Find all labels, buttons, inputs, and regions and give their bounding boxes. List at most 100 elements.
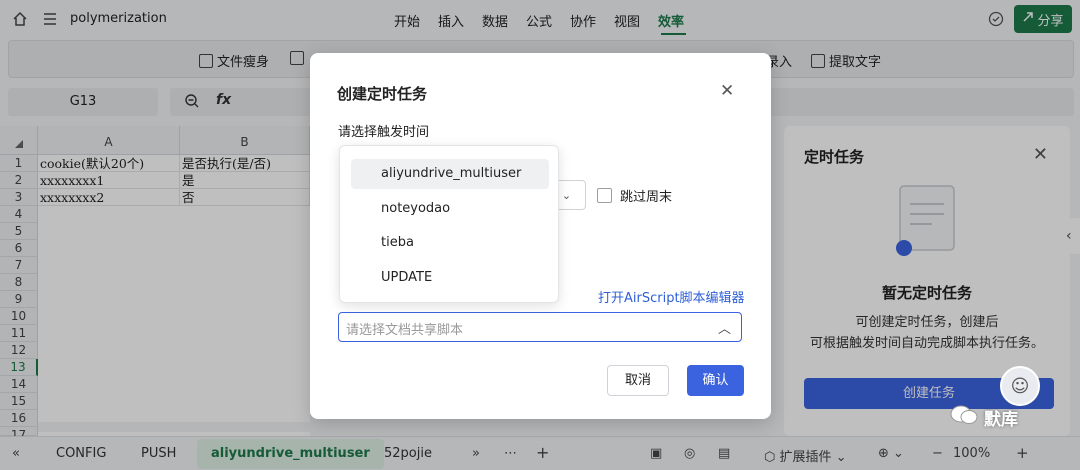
extensions-icon: ⬡ [764, 450, 776, 465]
cell-a3[interactable]: xxxxxxxx2 [38, 189, 180, 206]
open-airscript-editor-link[interactable]: 打开AirScript脚本编辑器 [598, 287, 745, 306]
document-title: polymerization [70, 11, 167, 26]
zoom-level[interactable]: 100% [953, 446, 990, 461]
cell-a1[interactable]: cookie(默认20个) [38, 155, 180, 172]
chevron-up-icon: ︿ [717, 322, 731, 337]
cell-b1[interactable]: 是否执行(是/否) [180, 155, 310, 172]
tabs-scroll-left-icon[interactable]: « [12, 446, 20, 461]
sheet-tab-aliyundrive-multiuser[interactable]: aliyundrive_multiuser [197, 439, 384, 469]
menu-insert[interactable]: 插入 [438, 11, 482, 30]
row-header[interactable]: 1 [0, 155, 38, 172]
tool-icon [290, 51, 304, 65]
row-header[interactable]: 3 [0, 189, 38, 206]
add-sheet-icon[interactable]: + [536, 443, 549, 462]
row-header[interactable]: 8 [0, 274, 38, 291]
image-icon[interactable]: ▤ [718, 446, 730, 461]
horizontal-scrollbar[interactable] [38, 422, 310, 432]
dropdown-option-tieba[interactable]: tieba [351, 228, 549, 258]
dropdown-option-aliyundrive-multiuser[interactable]: aliyundrive_multiuser [351, 159, 549, 189]
row-header[interactable]: 11 [0, 325, 38, 342]
dropdown-option-noteyodao[interactable]: noteyodao [351, 194, 549, 224]
empty-state-desc-line2: 可根据触发时间自动完成脚本执行任务。 [809, 336, 1044, 351]
main-menu: 开始 插入 数据 公式 协作 视图 效率 [394, 11, 702, 30]
skip-weekend-label: 跳过周末 [620, 190, 673, 205]
row-header[interactable]: 12 [0, 342, 38, 359]
share-button[interactable]: 分享 [1014, 5, 1072, 33]
tabs-scroll-right-icon[interactable]: » [472, 446, 480, 461]
dialog-close-icon[interactable]: ✕ [720, 81, 734, 101]
extract-text-icon [811, 53, 825, 68]
extract-text-label: 提取文字 [829, 55, 882, 70]
fx-icon[interactable]: fx [216, 92, 231, 108]
row-header[interactable]: 6 [0, 240, 38, 257]
row-header-selected[interactable]: 13 [0, 359, 38, 376]
skip-weekend-checkbox[interactable] [597, 188, 612, 203]
dropdown-option-update[interactable]: UPDATE [351, 263, 549, 293]
menu-collab[interactable]: 协作 [570, 11, 614, 30]
home-icon[interactable] [10, 9, 30, 29]
cell-b3[interactable]: 否 [180, 189, 310, 206]
extract-text-button[interactable]: 提取文字 [811, 51, 881, 70]
zoom-search-icon[interactable] [184, 93, 200, 113]
empty-task-illustration-icon [896, 185, 955, 256]
share-icon [1022, 11, 1034, 27]
confirm-button[interactable]: 确认 [687, 365, 744, 396]
watermark-avatar-icon: ☺ [1000, 366, 1040, 406]
active-menu-underline [661, 33, 686, 35]
sheet-tab-config[interactable]: CONFIG [56, 446, 106, 461]
menu-formula[interactable]: 公式 [526, 11, 570, 30]
watermark: 默库 [950, 404, 1018, 431]
extensions-label: 扩展插件 [779, 450, 832, 465]
script-select-placeholder: 请选择文档共享脚本 [346, 323, 464, 338]
row-header[interactable]: 16 [0, 410, 38, 427]
hamburger-menu-icon[interactable] [40, 9, 60, 29]
zoom-in-icon[interactable]: + [1016, 444, 1029, 462]
status-icon[interactable]: ▣ [650, 446, 662, 461]
partial-tool-icon-button[interactable] [290, 51, 304, 65]
row-header[interactable]: 15 [0, 393, 38, 410]
panel-close-icon[interactable]: ✕ [1033, 144, 1048, 165]
spreadsheet-grid[interactable]: A B 1 2 3 4 5 6 7 8 9 10 11 12 13 14 15 … [0, 126, 310, 442]
sheet-tabs-bar: « CONFIG PUSH aliyundrive_multiuser 52po… [0, 436, 1080, 470]
sheet-tab-52pojie[interactable]: 52pojie [384, 446, 432, 461]
cell-b2[interactable]: 是 [180, 172, 310, 189]
globe-icon[interactable]: ◎ [684, 446, 695, 461]
trigger-time-label: 请选择触发时间 [338, 125, 430, 140]
row-header[interactable]: 2 [0, 172, 38, 189]
select-all-corner[interactable] [0, 126, 38, 155]
watermark-text: 默库 [984, 410, 1018, 430]
cell-name-box[interactable]: G13 [8, 88, 158, 116]
column-header-b[interactable]: B [180, 126, 310, 155]
top-bar: polymerization 开始 插入 数据 公式 协作 视图 效率 分享 [0, 0, 1080, 38]
row-header[interactable]: 9 [0, 291, 38, 308]
zoom-out-icon[interactable]: − [932, 446, 943, 461]
file-slim-label: 文件瘦身 [217, 55, 270, 70]
extensions-button[interactable]: ⬡ 扩展插件 ⌄ [764, 446, 847, 465]
cloud-sync-icon[interactable] [986, 9, 1006, 29]
cancel-button[interactable]: 取消 [607, 365, 669, 396]
share-label: 分享 [1037, 13, 1064, 29]
row-header[interactable]: 17 [0, 427, 38, 442]
file-slim-icon [199, 53, 213, 68]
file-slim-button[interactable]: 文件瘦身 [199, 51, 269, 70]
shared-script-select[interactable]: 请选择文档共享脚本 ︿ [338, 312, 742, 342]
extensions-chevron-down-icon: ⌄ [835, 450, 847, 465]
empty-state-title: 暂无定时任务 [881, 284, 972, 302]
row-header[interactable]: 7 [0, 257, 38, 274]
column-header-a[interactable]: A [38, 126, 180, 155]
dialog-title: 创建定时任务 [337, 85, 428, 103]
menu-view[interactable]: 视图 [614, 11, 658, 30]
wechat-icon [950, 404, 978, 431]
skip-weekend-option[interactable]: 跳过周末 [597, 186, 672, 205]
menu-start[interactable]: 开始 [394, 11, 438, 30]
row-header[interactable]: 5 [0, 223, 38, 240]
row-header[interactable]: 14 [0, 376, 38, 393]
menu-data[interactable]: 数据 [482, 11, 526, 30]
cell-a2[interactable]: xxxxxxxx1 [38, 172, 180, 189]
more-tabs-icon[interactable]: ⋯ [504, 446, 517, 461]
row-header[interactable]: 10 [0, 308, 38, 325]
layout-icon[interactable]: ⊕ ⌄ [878, 446, 904, 461]
row-header[interactable]: 4 [0, 206, 38, 223]
sheet-tab-push[interactable]: PUSH [141, 446, 176, 461]
menu-efficiency[interactable]: 效率 [658, 11, 702, 30]
